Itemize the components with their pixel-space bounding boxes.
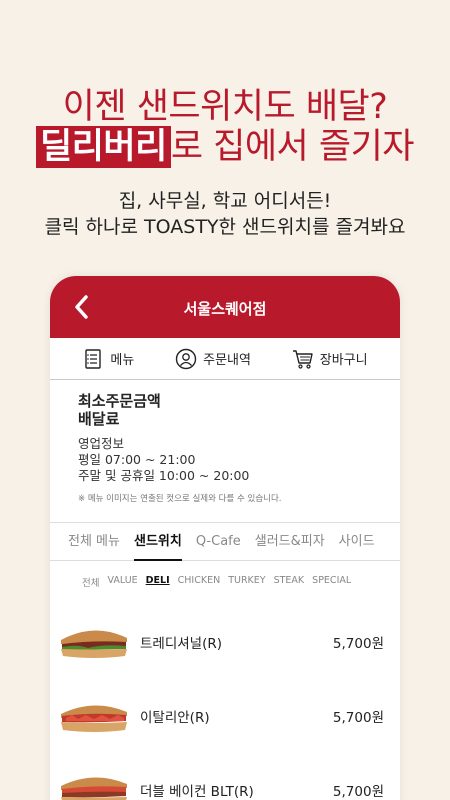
- sandwich-image: [61, 705, 127, 732]
- menu-list-icon: [85, 348, 102, 369]
- menu-item[interactable]: 트레디셔널(R) 5,700원: [50, 605, 400, 679]
- store-info: 최소주문금액 배달료 영업정보 평일 07:00 ~ 21:00 주말 및 공휴…: [50, 380, 400, 523]
- nav-menu-label: 메뉴: [110, 353, 135, 368]
- menu-item-name: 트레디셔널(R): [140, 636, 223, 652]
- subcategory-tabs: 전체 VALUE DELI CHICKEN TURKEY STEAK SPECI…: [50, 561, 400, 605]
- store-title: 서울스퀘어점: [183, 300, 267, 318]
- menu-list: 트레디셔널(R) 5,700원 이탈리안(R) 5,700원 더블 베이컨 BL…: [50, 605, 400, 800]
- hours-title: 영업정보: [78, 436, 125, 451]
- menu-item-price: 5,700원: [332, 636, 384, 652]
- image-notice: ※ 메뉴 이미지는 연출된 컷으로 실제와 다를 수 있습니다.: [78, 494, 282, 504]
- subtab-value[interactable]: VALUE: [107, 575, 137, 605]
- menu-item-price: 5,700원: [332, 784, 384, 800]
- menu-item[interactable]: 더블 베이컨 BLT(R) 5,700원: [50, 753, 400, 800]
- tab-sandwich[interactable]: 샌드위치: [133, 523, 182, 561]
- nav-cart[interactable]: 장바구니: [292, 348, 368, 370]
- subtab-steak[interactable]: STEAK: [274, 575, 305, 605]
- weekend-hours: 주말 및 공휴일 10:00 ~ 20:00: [78, 468, 250, 483]
- tab-all-menu[interactable]: 전체 메뉴: [68, 523, 120, 561]
- subtab-turkey[interactable]: TURKEY: [228, 575, 265, 605]
- sandwich-image: [61, 777, 127, 800]
- promo-headline-rest: 로 집에서 즐기자: [170, 127, 415, 167]
- tab-q-cafe[interactable]: Q-Cafe: [196, 523, 241, 561]
- nav-cart-label: 장바구니: [319, 353, 368, 368]
- menu-item[interactable]: 이탈리안(R) 5,700원: [50, 679, 400, 753]
- phone-screen: 서울스퀘어점 메뉴 주문내역 장바구니 최소주문금액 배달료 영업정보 평일 0…: [50, 276, 400, 800]
- nav-menu[interactable]: 메뉴: [82, 348, 134, 370]
- tab-salad-pizza[interactable]: 샐러드&피자: [255, 523, 325, 561]
- subtab-special[interactable]: SPECIAL: [312, 575, 351, 605]
- menu-item-name: 이탈리안(R): [140, 710, 210, 726]
- delivery-fee-label: 배달료: [78, 410, 120, 428]
- nav-orders[interactable]: 주문내역: [175, 348, 251, 370]
- menu-item-name: 더블 베이컨 BLT(R): [140, 784, 254, 800]
- promo-subtitle-line2: 클릭 하나로 TOASTY한 샌드위치를 즐겨봐요: [44, 216, 406, 238]
- tab-side[interactable]: 사이드: [339, 523, 375, 561]
- top-nav: 메뉴 주문내역 장바구니: [50, 338, 400, 380]
- app-bar: 서울스퀘어점: [50, 276, 400, 338]
- promo-headline-highlight: 딜리버리: [36, 126, 171, 168]
- min-order-label: 최소주문금액: [78, 392, 161, 410]
- promo-subtitle-line1: 집, 사무실, 학교 어디서든!: [118, 190, 332, 212]
- user-icon: [175, 348, 197, 369]
- subtab-deli[interactable]: DELI: [146, 575, 170, 605]
- subtab-all[interactable]: 전체: [82, 575, 99, 605]
- menu-item-price: 5,700원: [332, 710, 384, 726]
- category-tabs: 전체 메뉴 샌드위치 Q-Cafe 샐러드&피자 사이드: [50, 523, 400, 561]
- cart-icon: [292, 349, 313, 369]
- subtab-chicken[interactable]: CHICKEN: [178, 575, 221, 605]
- weekday-hours: 평일 07:00 ~ 21:00: [78, 452, 196, 467]
- nav-orders-label: 주문내역: [203, 353, 251, 368]
- promo-headline-line2: 딜리버리 로 집에서 즐기자: [0, 118, 450, 169]
- sandwich-image: [61, 630, 127, 658]
